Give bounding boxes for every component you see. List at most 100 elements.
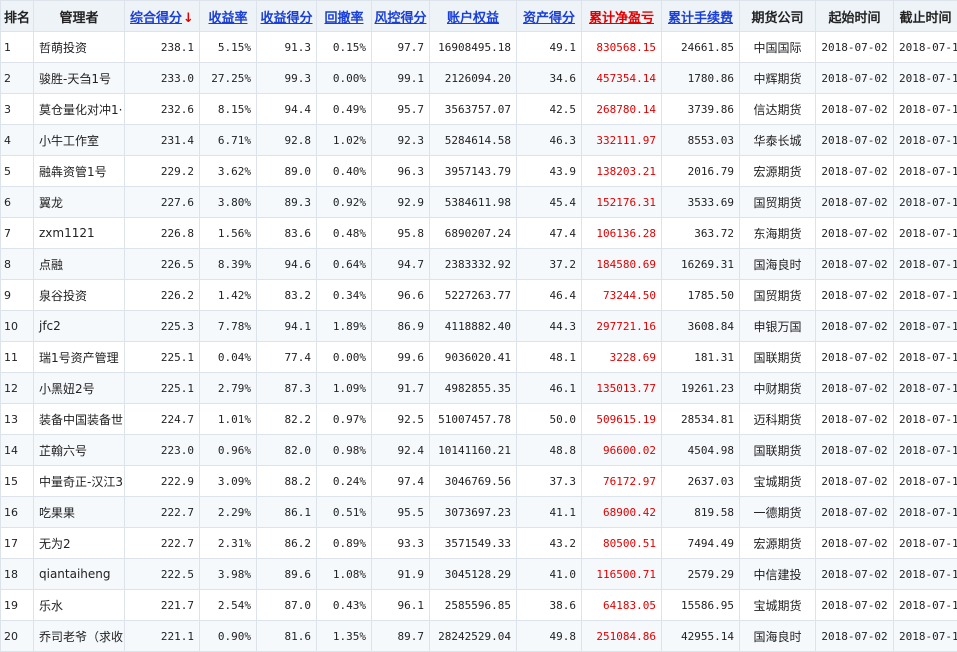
sort-fees-link[interactable]: 累计手续费 bbox=[668, 11, 733, 26]
risk-score-cell: 92.9 bbox=[372, 187, 430, 218]
end-time-cell: 2018-07-12 bbox=[894, 621, 957, 652]
end-time-cell: 2018-07-12 bbox=[894, 373, 957, 404]
return-rate-cell: 3.98% bbox=[200, 559, 257, 590]
net-pnl-cell: 96600.02 bbox=[582, 435, 662, 466]
asset-score-cell: 49.8 bbox=[517, 621, 582, 652]
sort-composite-score-link[interactable]: 综合得分 bbox=[130, 11, 182, 26]
drawdown-cell: 0.64% bbox=[317, 249, 372, 280]
risk-score-cell: 94.7 bbox=[372, 249, 430, 280]
header-start-label: 起始时间 bbox=[828, 11, 880, 26]
risk-score-cell: 92.3 bbox=[372, 125, 430, 156]
composite-score-cell: 238.1 bbox=[125, 32, 200, 63]
fees-cell: 16269.31 bbox=[662, 249, 740, 280]
fees-cell: 181.31 bbox=[662, 342, 740, 373]
fees-cell: 28534.81 bbox=[662, 404, 740, 435]
equity-cell: 9036020.41 bbox=[430, 342, 517, 373]
fees-cell: 24661.85 bbox=[662, 32, 740, 63]
start-time-cell: 2018-07-02 bbox=[816, 404, 894, 435]
sort-drawdown-link[interactable]: 回撤率 bbox=[324, 11, 363, 26]
equity-cell: 2126094.20 bbox=[430, 63, 517, 94]
return-rate-cell: 27.25% bbox=[200, 63, 257, 94]
asset-score-cell: 49.1 bbox=[517, 32, 582, 63]
manager-cell: 点融 bbox=[34, 249, 125, 280]
start-time-cell: 2018-07-02 bbox=[816, 280, 894, 311]
rank-cell: 19 bbox=[1, 590, 34, 621]
broker-cell: 中信建投 bbox=[740, 559, 816, 590]
rank-cell: 20 bbox=[1, 621, 34, 652]
manager-cell: 泉谷投资 bbox=[34, 280, 125, 311]
drawdown-cell: 0.98% bbox=[317, 435, 372, 466]
sort-return-score-link[interactable]: 收益得分 bbox=[260, 11, 312, 26]
header-manager-label: 管理者 bbox=[59, 11, 98, 26]
header-rank-label: 排名 bbox=[4, 11, 30, 26]
return-score-cell: 94.6 bbox=[257, 249, 317, 280]
end-time-cell: 2018-07-12 bbox=[894, 559, 957, 590]
broker-cell: 一德期货 bbox=[740, 497, 816, 528]
manager-cell: jfc2 bbox=[34, 311, 125, 342]
risk-score-cell: 95.8 bbox=[372, 218, 430, 249]
sort-net-pnl-link[interactable]: 累计净盈亏 bbox=[589, 11, 654, 26]
broker-cell: 信达期货 bbox=[740, 94, 816, 125]
net-pnl-cell: 184580.69 bbox=[582, 249, 662, 280]
table-row: 1哲萌投资238.15.15%91.30.15%97.716908495.184… bbox=[1, 32, 957, 63]
net-pnl-cell: 106136.28 bbox=[582, 218, 662, 249]
manager-cell: 中量奇正-汉江3 bbox=[34, 466, 125, 497]
header-composite-score[interactable]: 综合得分↓ bbox=[125, 1, 200, 32]
rank-cell: 1 bbox=[1, 32, 34, 63]
end-time-cell: 2018-07-12 bbox=[894, 311, 957, 342]
fees-cell: 7494.49 bbox=[662, 528, 740, 559]
asset-score-cell: 43.2 bbox=[517, 528, 582, 559]
sort-asset-score-link[interactable]: 资产得分 bbox=[523, 11, 575, 26]
header-risk-score[interactable]: 风控得分 bbox=[372, 1, 430, 32]
sort-risk-score-link[interactable]: 风控得分 bbox=[374, 11, 426, 26]
net-pnl-cell: 135013.77 bbox=[582, 373, 662, 404]
drawdown-cell: 1.02% bbox=[317, 125, 372, 156]
return-score-cell: 89.3 bbox=[257, 187, 317, 218]
manager-cell: 融犇资管1号 bbox=[34, 156, 125, 187]
drawdown-cell: 0.40% bbox=[317, 156, 372, 187]
header-equity[interactable]: 账户权益 bbox=[430, 1, 517, 32]
rank-cell: 7 bbox=[1, 218, 34, 249]
header-asset-score[interactable]: 资产得分 bbox=[517, 1, 582, 32]
table-row: 19乐水221.72.54%87.00.43%96.12585596.8538.… bbox=[1, 590, 957, 621]
manager-cell: 小牛工作室 bbox=[34, 125, 125, 156]
fees-cell: 19261.23 bbox=[662, 373, 740, 404]
asset-score-cell: 46.4 bbox=[517, 280, 582, 311]
risk-score-cell: 89.7 bbox=[372, 621, 430, 652]
start-time-cell: 2018-07-02 bbox=[816, 156, 894, 187]
header-fees[interactable]: 累计手续费 bbox=[662, 1, 740, 32]
start-time-cell: 2018-07-02 bbox=[816, 32, 894, 63]
table-row: 9泉谷投资226.21.42%83.20.34%96.65227263.7746… bbox=[1, 280, 957, 311]
fees-cell: 2016.79 bbox=[662, 156, 740, 187]
end-time-cell: 2018-07-12 bbox=[894, 32, 957, 63]
net-pnl-cell: 830568.15 bbox=[582, 32, 662, 63]
risk-score-cell: 92.4 bbox=[372, 435, 430, 466]
header-net-pnl[interactable]: 累计净盈亏 bbox=[582, 1, 662, 32]
fees-cell: 2637.03 bbox=[662, 466, 740, 497]
net-pnl-cell: 116500.71 bbox=[582, 559, 662, 590]
broker-cell: 华泰长城 bbox=[740, 125, 816, 156]
net-pnl-cell: 76172.97 bbox=[582, 466, 662, 497]
manager-cell: 无为2 bbox=[34, 528, 125, 559]
rank-cell: 16 bbox=[1, 497, 34, 528]
table-row: 3莫仓量化对冲1·232.68.15%94.40.49%95.73563757.… bbox=[1, 94, 957, 125]
end-time-cell: 2018-07-12 bbox=[894, 218, 957, 249]
start-time-cell: 2018-07-02 bbox=[816, 435, 894, 466]
asset-score-cell: 37.3 bbox=[517, 466, 582, 497]
start-time-cell: 2018-07-02 bbox=[816, 63, 894, 94]
sort-return-rate-link[interactable]: 收益率 bbox=[208, 11, 247, 26]
header-drawdown[interactable]: 回撤率 bbox=[317, 1, 372, 32]
header-return-score[interactable]: 收益得分 bbox=[257, 1, 317, 32]
header-broker: 期货公司 bbox=[740, 1, 816, 32]
sort-equity-link[interactable]: 账户权益 bbox=[447, 11, 499, 26]
fees-cell: 42955.14 bbox=[662, 621, 740, 652]
start-time-cell: 2018-07-02 bbox=[816, 125, 894, 156]
equity-cell: 4118882.40 bbox=[430, 311, 517, 342]
end-time-cell: 2018-07-12 bbox=[894, 342, 957, 373]
return-score-cell: 81.6 bbox=[257, 621, 317, 652]
return-score-cell: 87.0 bbox=[257, 590, 317, 621]
header-return-rate[interactable]: 收益率 bbox=[200, 1, 257, 32]
end-time-cell: 2018-07-12 bbox=[894, 63, 957, 94]
return-rate-cell: 1.56% bbox=[200, 218, 257, 249]
manager-cell: 装备中国装备世 bbox=[34, 404, 125, 435]
